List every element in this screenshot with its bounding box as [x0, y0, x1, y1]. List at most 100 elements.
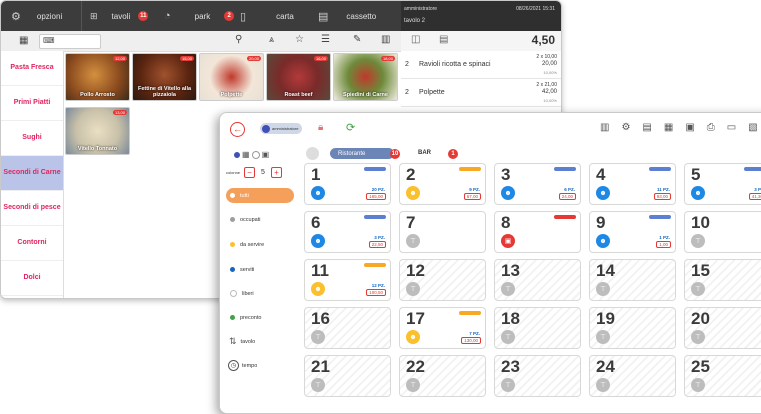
table-number: 12 — [406, 261, 425, 280]
table-tile[interactable]: 17 ☻ 7 PZ. 130,00 — [399, 307, 486, 349]
order-line[interactable]: 2 Polpette 2 x 21,00 42,00 10,00% — [401, 79, 561, 107]
sort-tavolo[interactable]: ⇅ tavolo — [226, 334, 294, 349]
cash-drawer-icon[interactable]: ▧ — [748, 122, 757, 133]
filter-liberi[interactable]: liberi — [226, 286, 294, 301]
table-tile[interactable]: 24 ⊤ — [589, 355, 676, 397]
category-primi-piatti[interactable]: Primi Piatti — [1, 86, 63, 121]
grid-icon: ▦ — [242, 150, 250, 159]
table-tile[interactable]: 21 ⊤ — [304, 355, 391, 397]
product-card[interactable]: 18,00 Spiedini di Carne — [333, 53, 398, 101]
category-secondi-di-carne[interactable]: Secondi di Carne — [1, 156, 63, 191]
table-tile[interactable]: 14 ⊤ — [589, 259, 676, 301]
settings-icon[interactable]: ⚙ — [621, 122, 630, 133]
status-tag — [554, 215, 576, 219]
table-tile[interactable]: 25 ⊤ — [684, 355, 761, 397]
refresh-icon[interactable]: ⟳ — [346, 121, 355, 134]
table-tile[interactable]: 18 ⊤ — [494, 307, 581, 349]
status-tag — [364, 167, 386, 171]
table-tile[interactable]: 10 ⊤ — [684, 211, 761, 253]
tab-ristorante[interactable]: Ristorante — [330, 148, 394, 159]
sort-icon[interactable]: ⩓ — [269, 34, 274, 45]
product-card[interactable]: 13,00 Vitello Tonnato — [65, 107, 130, 155]
tab-bar[interactable]: BAR — [418, 150, 431, 156]
table-tile[interactable]: 1 ☻ 20 PZ. 165,00 — [304, 163, 391, 205]
printer-icon[interactable]: ⎙ — [707, 122, 715, 133]
product-card[interactable]: 12,00 Pollo Arrosto — [65, 53, 130, 101]
search-icon[interactable]: ⚲ — [235, 34, 242, 45]
menu-tavoli[interactable]: ⊞ tavoli 11 — [81, 1, 160, 31]
table-tile[interactable]: 20 ⊤ — [684, 307, 761, 349]
star-icon[interactable]: ☆ — [295, 34, 304, 45]
menu-cassetto[interactable]: ▤ cassetto — [318, 1, 398, 31]
clock-icon: ◔ — [164, 10, 171, 22]
split-icon[interactable]: ◫ — [411, 34, 420, 45]
table-tile[interactable]: 13 ⊤ — [494, 259, 581, 301]
table-tile[interactable]: 23 ⊤ — [494, 355, 581, 397]
table-tile[interactable]: 11 ☻ 12 PZ. 100,50 — [304, 259, 391, 301]
gear-icon: ⚙ — [11, 10, 21, 23]
filter-tutti[interactable]: tutti — [226, 188, 294, 203]
status-tag — [459, 311, 481, 315]
status-tag — [364, 263, 386, 267]
product-card[interactable]: 16,00 Roast beef — [266, 53, 331, 101]
product-card[interactable]: 20,00 Polpette — [199, 53, 264, 101]
calculator-icon[interactable]: ▦ — [664, 122, 673, 133]
table-number: 24 — [596, 357, 615, 376]
back-arrow-icon[interactable]: ← — [230, 122, 245, 137]
status-avatar-icon: ⊤ — [691, 378, 705, 392]
lock-icon[interactable]: 🔒︎ — [318, 122, 323, 133]
user-icon — [262, 124, 270, 133]
status-avatar-icon: ⊤ — [691, 282, 705, 296]
table-tile[interactable]: 8 ▣ — [494, 211, 581, 253]
table-tile[interactable]: 7 ⊤ — [399, 211, 486, 253]
barcode-icon[interactable]: ▥ — [600, 122, 609, 133]
menu-opzioni[interactable]: ⚙ opzioni — [1, 1, 81, 31]
keyboard-icon: ⌨ — [43, 36, 55, 45]
product-card[interactable]: 15,00 Fettine di Vitello alla pizzaiola — [132, 53, 197, 101]
room-toggle[interactable] — [306, 147, 319, 160]
table-amount: 67,00 — [463, 193, 481, 200]
status-avatar-icon: ☻ — [311, 186, 325, 200]
table-tile[interactable]: 15 ⊤ — [684, 259, 761, 301]
category-dolci[interactable]: Dolci — [1, 261, 63, 296]
filter-da-servire[interactable]: da servire — [226, 237, 294, 252]
receipt-icon[interactable]: ▤ — [439, 34, 448, 45]
card-reader-icon[interactable]: ▭ — [727, 122, 736, 133]
menu-park[interactable]: ◔ park 2 — [160, 1, 238, 31]
search-field[interactable]: ⌨ — [39, 34, 101, 49]
table-number: 22 — [406, 357, 425, 376]
table-tile[interactable]: 9 ☻ 1 PZ. 1,00 — [589, 211, 676, 253]
order-line[interactable]: 2 Ravioli ricotta e spinaci 2 x 10,00 20… — [401, 51, 561, 79]
user-chip[interactable]: amministratore — [260, 123, 302, 134]
filter-occupati[interactable]: occupati — [226, 212, 294, 227]
status-avatar-icon: ⊤ — [311, 330, 325, 344]
table-tile[interactable]: 4 ☻ 11 PZ. 93,00 — [589, 163, 676, 205]
menu-carta[interactable]: ▯ carta — [238, 1, 318, 31]
sort-tempo[interactable]: ◷ tempo — [226, 358, 294, 373]
table-tile[interactable]: 2 ☻ 9 PZ. 67,00 — [399, 163, 486, 205]
table-tile[interactable]: 3 ☻ 6 PZ. 24,00 — [494, 163, 581, 205]
table-tile[interactable]: 6 ☻ 3 PZ. 22,50 — [304, 211, 391, 253]
user-name: amministratore — [404, 6, 438, 12]
table-tile[interactable]: 22 ⊤ — [399, 355, 486, 397]
table-tile[interactable]: 19 ⊤ — [589, 307, 676, 349]
category-secondi-di-pesce[interactable]: Secondi di pesce — [1, 191, 63, 226]
columns-minus-button[interactable]: − — [244, 167, 256, 178]
edit-icon[interactable]: ✎ — [353, 34, 361, 45]
grid-view-icon[interactable]: ▦ — [19, 35, 28, 46]
add-document-icon[interactable]: ▣ — [685, 122, 694, 133]
category-pasta-fresca[interactable]: Pasta Fresca — [1, 51, 63, 86]
list-icon[interactable]: ☰ — [321, 34, 330, 45]
columns-plus-button[interactable]: + — [270, 167, 282, 178]
filter-serviti[interactable]: serviti — [226, 262, 294, 277]
table-tile[interactable]: 12 ⊤ — [399, 259, 486, 301]
category-contorni[interactable]: Contorni — [1, 226, 63, 261]
table-tile[interactable]: 16 ⊤ — [304, 307, 391, 349]
category-sughi[interactable]: Sughi — [1, 121, 63, 156]
radio-map[interactable] — [251, 150, 260, 159]
table-tile[interactable]: 5 ☻ 3 PZ.41,30 — [684, 163, 761, 205]
report-icon[interactable]: ▤ — [642, 122, 651, 133]
filter-preconto[interactable]: preconto — [226, 310, 294, 325]
radio-grid-selected[interactable] — [234, 151, 240, 158]
trash-icon[interactable]: ▥ — [381, 34, 390, 45]
